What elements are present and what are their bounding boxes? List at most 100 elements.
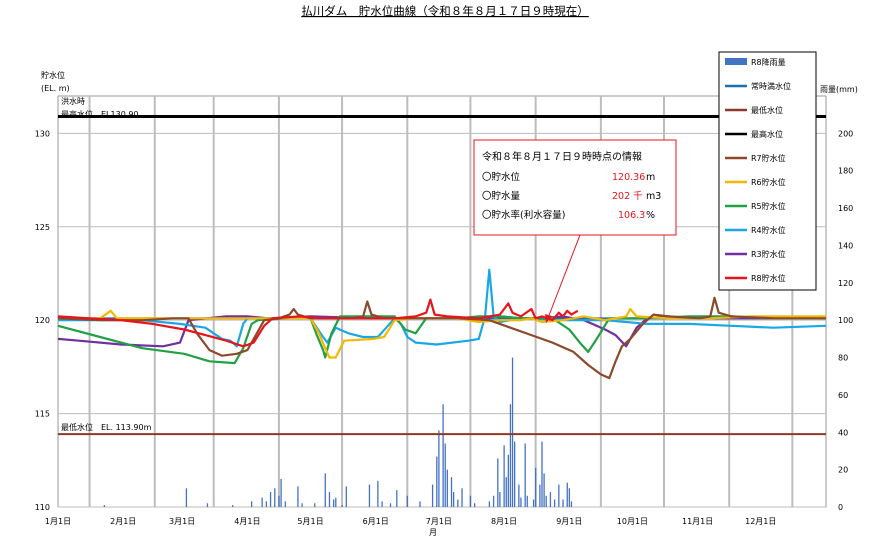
rain-bar-0 bbox=[103, 505, 105, 507]
rain-bar-50 bbox=[518, 484, 520, 507]
rain-bar-29 bbox=[436, 456, 438, 507]
legend-label-4: R7貯水位 bbox=[751, 153, 786, 163]
rain-bar-45 bbox=[505, 477, 507, 507]
rain-bar-66 bbox=[570, 501, 573, 507]
info-row-ratio-unit: % bbox=[646, 210, 655, 221]
y-right-tick-label-1: 20 bbox=[838, 466, 848, 475]
legend-swatch-0 bbox=[725, 58, 747, 65]
rain-bar-14 bbox=[314, 503, 316, 507]
rain-bar-31 bbox=[442, 404, 444, 507]
legend-label-0: R8降雨量 bbox=[751, 57, 786, 67]
info-row-volume-unit: m3 bbox=[646, 191, 661, 202]
legend-label-9: R8貯水位 bbox=[751, 273, 786, 283]
rain-bar-41 bbox=[492, 495, 495, 507]
rain-bar-11 bbox=[284, 501, 286, 507]
rain-bar-33 bbox=[446, 469, 448, 507]
rain-bar-26 bbox=[406, 495, 408, 507]
rain-bar-65 bbox=[568, 488, 570, 507]
x-tick-label-2: 3月1日 bbox=[169, 517, 195, 526]
legend-label-3: 最高水位 bbox=[751, 129, 783, 139]
rain-bar-21 bbox=[368, 484, 371, 507]
flood-label-2: 最高水位 EL130.90 bbox=[61, 109, 139, 119]
rain-bar-60 bbox=[549, 492, 552, 507]
rain-bar-18 bbox=[335, 497, 337, 507]
rain-bar-53 bbox=[526, 495, 528, 507]
info-row-level-value: 120.36 bbox=[612, 172, 645, 183]
rain-bar-24 bbox=[389, 503, 392, 507]
rain-bar-4 bbox=[250, 501, 253, 507]
x-tick-label-0: 1月1日 bbox=[45, 517, 71, 526]
rain-bar-35 bbox=[452, 492, 455, 507]
y-left-tick-label-0: 110 bbox=[35, 503, 50, 512]
rain-bar-16 bbox=[328, 492, 331, 507]
legend: R8降雨量常時満水位最低水位最高水位 R7貯水位 R6貯水位 R5貯水位 R4貯水位 R3… bbox=[718, 51, 817, 291]
y-left-tick-label-3: 125 bbox=[35, 223, 50, 232]
rain-bar-42 bbox=[497, 458, 499, 507]
x-tick-label-7: 8月1日 bbox=[491, 517, 517, 526]
rain-bar-13 bbox=[301, 503, 303, 507]
rain-bar-46 bbox=[507, 454, 509, 507]
info-box-heading: 令和８年８月１７日９時時点の情報 bbox=[482, 150, 642, 163]
plot-area bbox=[57, 95, 827, 508]
x-axis-title: 月 bbox=[429, 528, 437, 537]
rain-bar-48 bbox=[511, 357, 514, 507]
rain-bar-5 bbox=[261, 497, 263, 507]
min-level-label: 最低水位 EL. 113.90m bbox=[61, 422, 152, 432]
y-right-tick-label-8: 160 bbox=[838, 204, 853, 213]
y-right-tick-label-9: 180 bbox=[838, 167, 853, 176]
rain-bar-44 bbox=[503, 445, 505, 507]
rain-bar-55 bbox=[535, 467, 537, 507]
y-left-tick-label-4: 130 bbox=[35, 129, 50, 138]
x-tick-label-9: 10月1日 bbox=[617, 517, 648, 526]
y-right-tick-label-10: 200 bbox=[838, 129, 853, 138]
info-row-ratio-label: 〇貯水率(利水容量) bbox=[482, 209, 565, 221]
rain-bar-39 bbox=[474, 503, 476, 507]
rain-bar-15 bbox=[324, 473, 326, 507]
y-right-tick-label-7: 140 bbox=[838, 241, 853, 250]
rain-bar-8 bbox=[274, 488, 276, 507]
legend-label-7: R4貯水位 bbox=[751, 225, 786, 235]
x-tick-label-3: 4月1日 bbox=[234, 517, 260, 526]
rain-bar-62 bbox=[558, 484, 560, 507]
plot-grid bbox=[57, 95, 827, 508]
y-axis-left-title-1: 貯水位 bbox=[41, 70, 65, 80]
rain-bar-7 bbox=[269, 492, 272, 507]
info-row-volume-value: 202 千 bbox=[612, 191, 643, 202]
legend-label-5: R6貯水位 bbox=[751, 177, 786, 187]
y-right-tick-label-4: 80 bbox=[838, 354, 848, 363]
y-right-tick-label-6: 120 bbox=[838, 279, 853, 288]
rain-bar-3 bbox=[232, 505, 234, 507]
rain-bar-17 bbox=[333, 499, 335, 507]
y-right-tick-label-2: 40 bbox=[838, 428, 848, 437]
rain-bar-59 bbox=[545, 495, 547, 507]
rain-bar-30 bbox=[438, 430, 440, 507]
y-right-tick-label-3: 60 bbox=[838, 391, 848, 400]
y-left-tick-label-1: 115 bbox=[35, 410, 50, 419]
info-row-level-label: 〇貯水位 bbox=[482, 171, 521, 183]
rain-bar-25 bbox=[396, 490, 398, 507]
y-right-tick-label-0: 0 bbox=[838, 503, 843, 512]
rain-bar-28 bbox=[431, 484, 434, 507]
rain-bar-64 bbox=[566, 482, 568, 507]
info-row-level-unit: m bbox=[646, 172, 655, 183]
info-row-ratio-value: 106.3 bbox=[618, 210, 645, 221]
rain-bar-23 bbox=[381, 501, 383, 507]
rain-bar-56 bbox=[539, 484, 541, 507]
rain-bar-49 bbox=[513, 441, 516, 507]
rain-bar-36 bbox=[457, 499, 459, 507]
x-tick-label-8: 9月1日 bbox=[556, 517, 582, 526]
legend-label-8: R3貯水位 bbox=[751, 249, 786, 259]
rain-bar-57 bbox=[541, 441, 543, 507]
rain-bar-58 bbox=[543, 473, 545, 507]
rain-bar-47 bbox=[509, 404, 512, 507]
x-tick-label-10: 11月1日 bbox=[682, 517, 713, 526]
y-axis-right-title: 雨量(mm) bbox=[820, 85, 858, 94]
rain-bar-63 bbox=[562, 499, 564, 507]
rain-bar-54 bbox=[532, 499, 535, 507]
legend-label-1: 常時満水位 bbox=[751, 81, 791, 91]
rain-bar-52 bbox=[524, 443, 526, 507]
rain-bar-9 bbox=[278, 495, 280, 507]
y-axis-left-title-2: (EL. m) bbox=[41, 84, 70, 93]
chart-title: 払川ダム 貯水位曲線（令和８年８月１７日９時現在） bbox=[301, 4, 589, 18]
rain-bar-40 bbox=[488, 501, 491, 507]
